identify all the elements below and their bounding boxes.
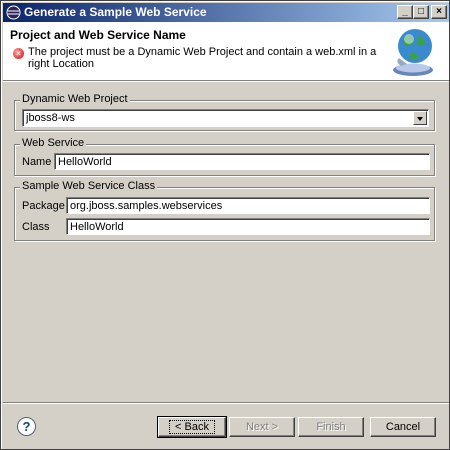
header-separator xyxy=(3,80,449,82)
sample-class-group: Sample Web Service Class Package Class xyxy=(14,180,435,241)
cancel-button[interactable]: Cancel xyxy=(370,417,436,437)
eclipse-icon xyxy=(6,5,21,20)
page-title: Project and Web Service Name xyxy=(10,28,186,42)
next-button[interactable]: Next > xyxy=(229,417,295,437)
close-button[interactable]: × xyxy=(431,5,447,19)
finish-button[interactable]: Finish xyxy=(298,417,364,437)
maximize-button[interactable]: □ xyxy=(413,5,429,19)
help-icon[interactable]: ? xyxy=(17,417,36,436)
error-message: The project must be a Dynamic Web Projec… xyxy=(28,46,377,70)
web-service-group: Web Service Name xyxy=(14,137,435,176)
title-bar[interactable]: Generate a Sample Web Service _ □ × xyxy=(3,3,449,22)
sample-class-label: Sample Web Service Class xyxy=(20,180,158,192)
service-name-input[interactable] xyxy=(54,153,430,170)
window-title: Generate a Sample Web Service xyxy=(24,5,207,19)
back-button-label: < Back xyxy=(169,420,215,434)
dynamic-web-project-value: jboss8-ws xyxy=(26,112,75,124)
dynamic-web-project-label: Dynamic Web Project xyxy=(20,93,130,105)
package-label: Package xyxy=(22,200,65,212)
button-bar-separator xyxy=(3,402,449,404)
minimize-button[interactable]: _ xyxy=(397,5,413,19)
error-icon: × xyxy=(13,48,24,59)
class-label: Class xyxy=(22,221,50,233)
back-button[interactable]: < Back xyxy=(157,416,227,438)
dynamic-web-project-dropdown[interactable]: jboss8-ws xyxy=(22,109,429,127)
wizard-header: Project and Web Service Name × The proje… xyxy=(3,22,449,80)
chevron-down-icon[interactable] xyxy=(413,111,427,125)
class-input[interactable] xyxy=(66,218,430,235)
name-label: Name xyxy=(22,156,52,168)
web-service-globe-icon xyxy=(393,29,433,76)
dynamic-web-project-group: Dynamic Web Project jboss8-ws xyxy=(14,93,435,131)
package-input[interactable] xyxy=(66,197,430,214)
web-service-label: Web Service xyxy=(20,137,87,149)
wizard-dialog: Generate a Sample Web Service _ □ × Proj… xyxy=(0,0,450,450)
